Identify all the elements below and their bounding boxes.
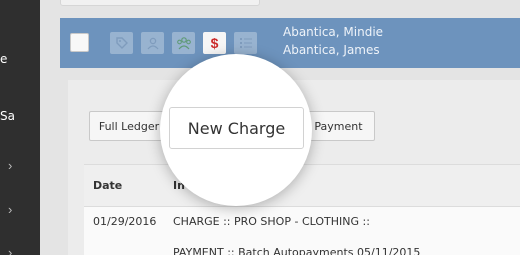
ledger-table: Date In 01/29/2016 CHARGE :: PRO SHOP - … (84, 164, 520, 255)
payment-button[interactable]: Payment (302, 111, 375, 141)
column-header-date[interactable]: Date (93, 179, 122, 192)
table-cell-info: CHARGE :: PRO SHOP - CLOTHING :: (173, 215, 370, 228)
new-charge-button[interactable]: New Charge (169, 107, 304, 149)
member-name: Abantica, James (283, 43, 380, 57)
top-input-box[interactable] (60, 0, 260, 6)
tag-icon[interactable] (110, 32, 133, 54)
chevron-right-icon[interactable]: › (8, 245, 12, 255)
sidebar-item-label[interactable]: e (0, 52, 7, 66)
user-icon[interactable] (141, 32, 164, 54)
full-ledger-button[interactable]: Full Ledger (89, 111, 169, 141)
select-checkbox[interactable] (70, 33, 89, 52)
chevron-right-icon[interactable]: › (8, 158, 12, 173)
sidebar: e Sa › › › (0, 0, 40, 255)
member-name: Abantica, Mindie (283, 25, 384, 39)
group-icon[interactable] (172, 32, 195, 54)
table-header: Date In (84, 165, 520, 207)
sidebar-item-label[interactable]: Sa (0, 109, 15, 123)
table-cell-info: PAYMENT :: Batch Autopayments 05/11/2015 (173, 246, 421, 255)
magnifier-spotlight: New Charge (160, 54, 312, 206)
table-cell-date: 01/29/2016 (93, 215, 157, 228)
chevron-right-icon[interactable]: › (8, 202, 12, 217)
dollar-icon[interactable]: $ (203, 32, 226, 54)
member-header-bar: $ Abantica, Mindie Abantica, James (60, 18, 520, 68)
list-icon[interactable] (234, 32, 257, 54)
